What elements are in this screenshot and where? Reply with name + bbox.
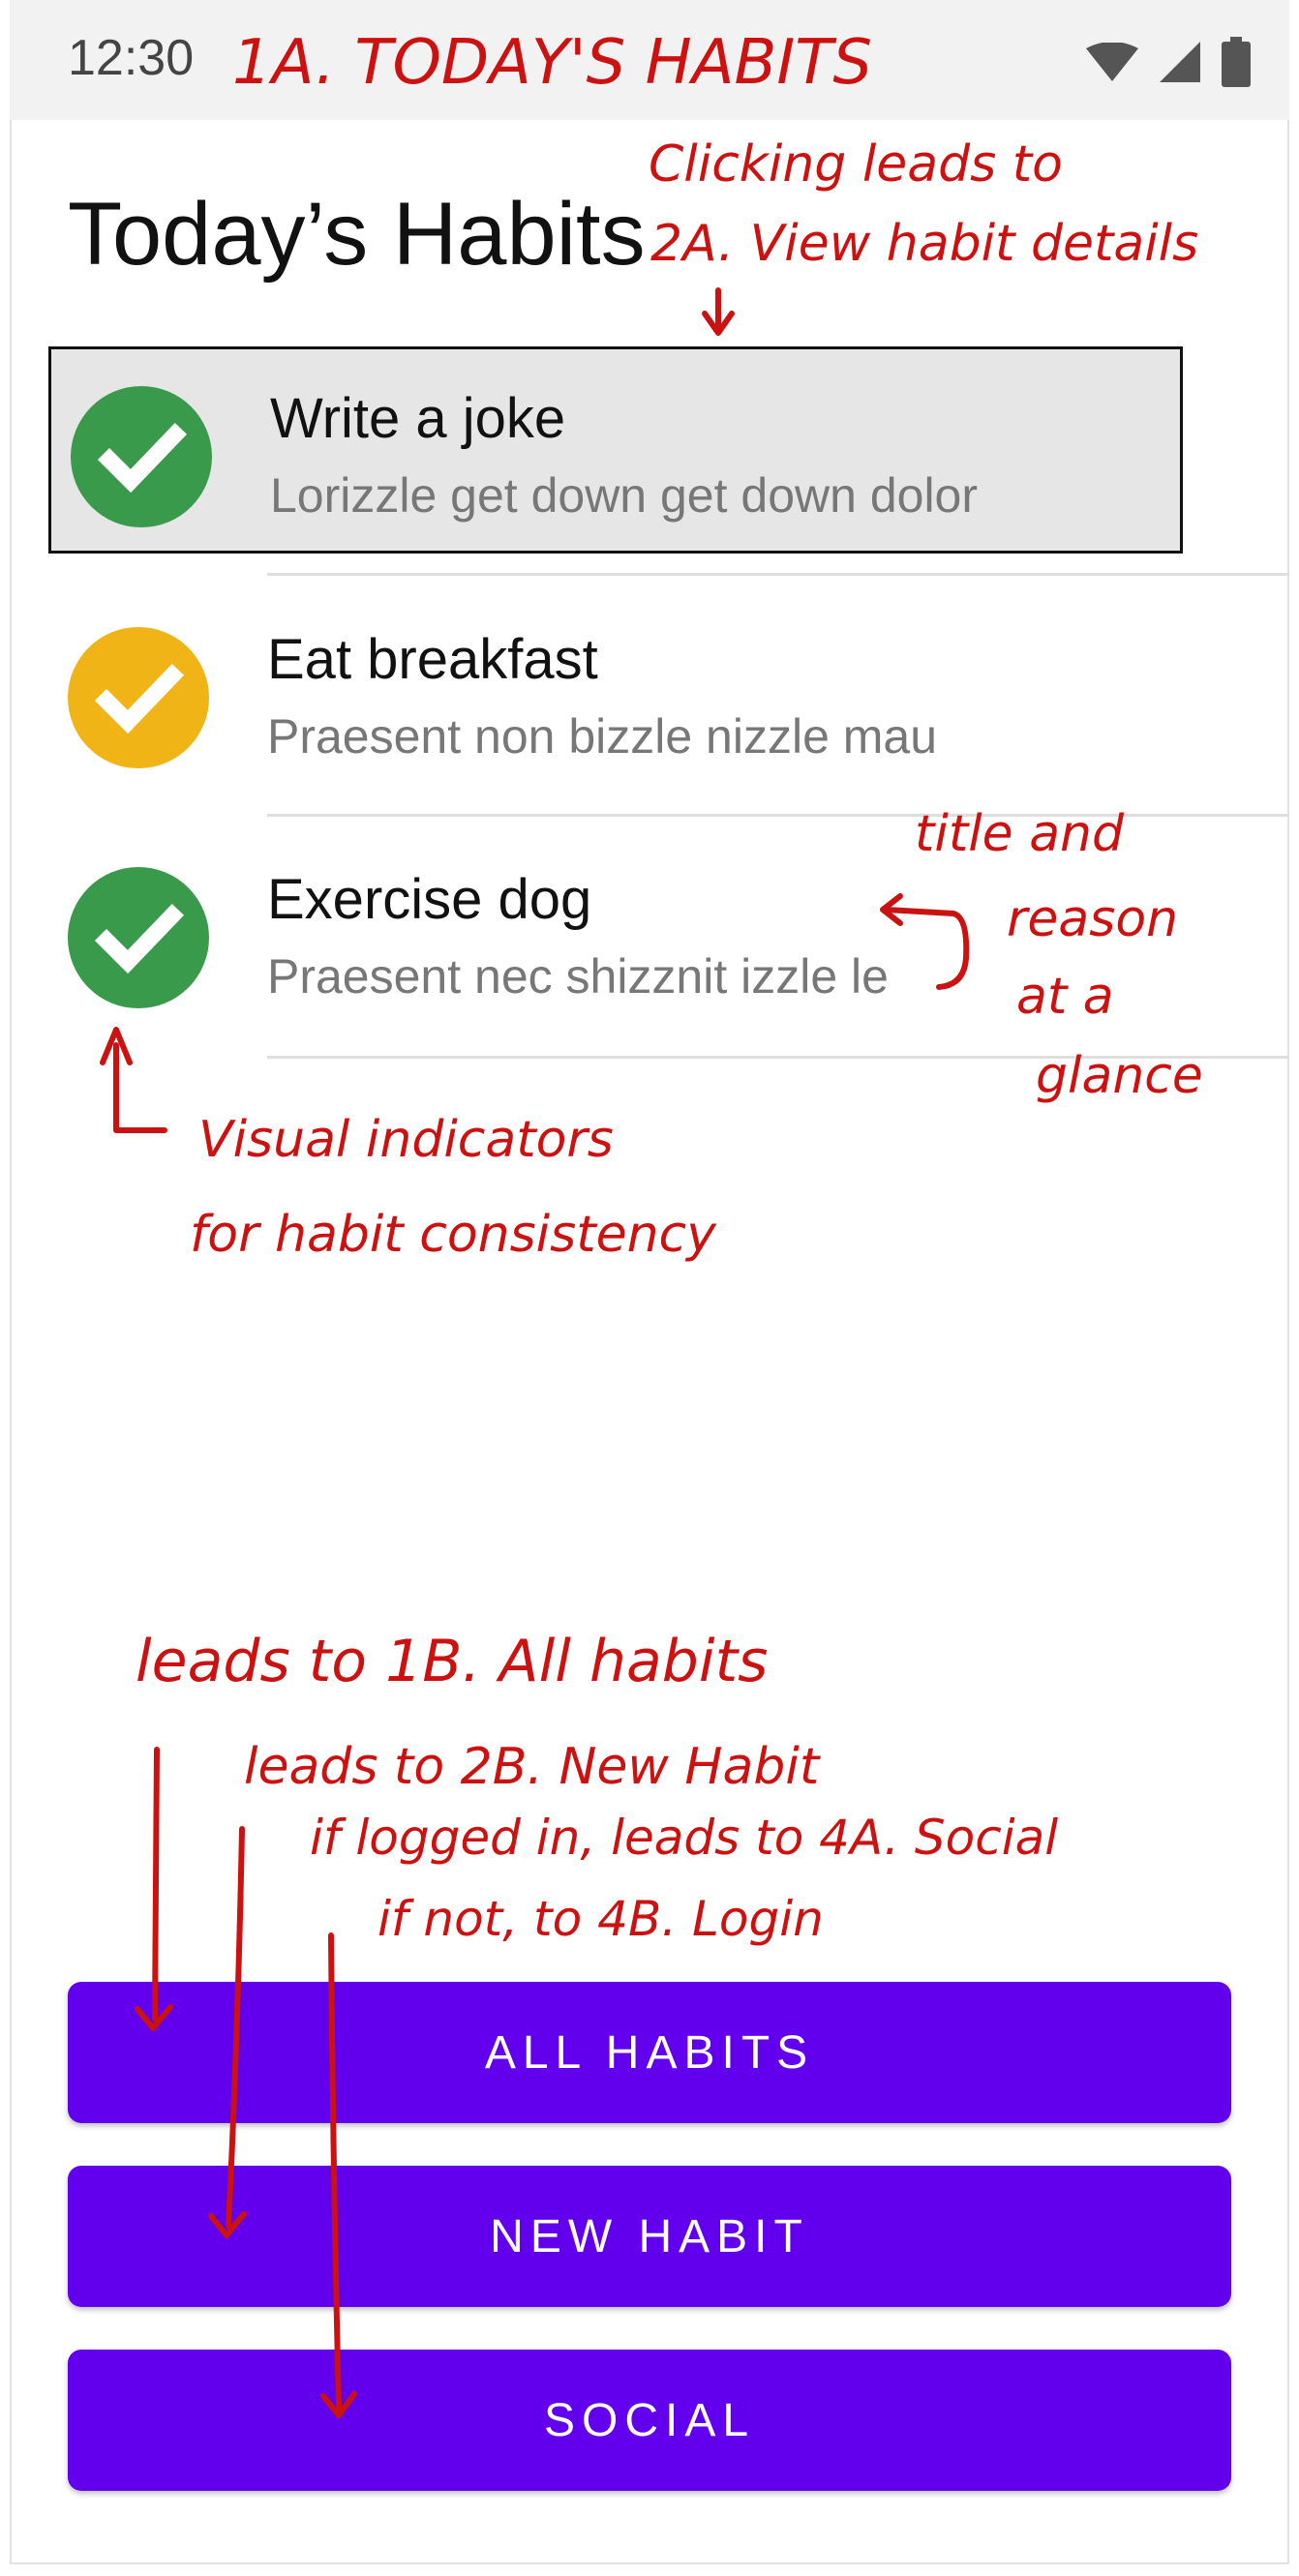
annotation-arrows	[100, 287, 970, 2418]
